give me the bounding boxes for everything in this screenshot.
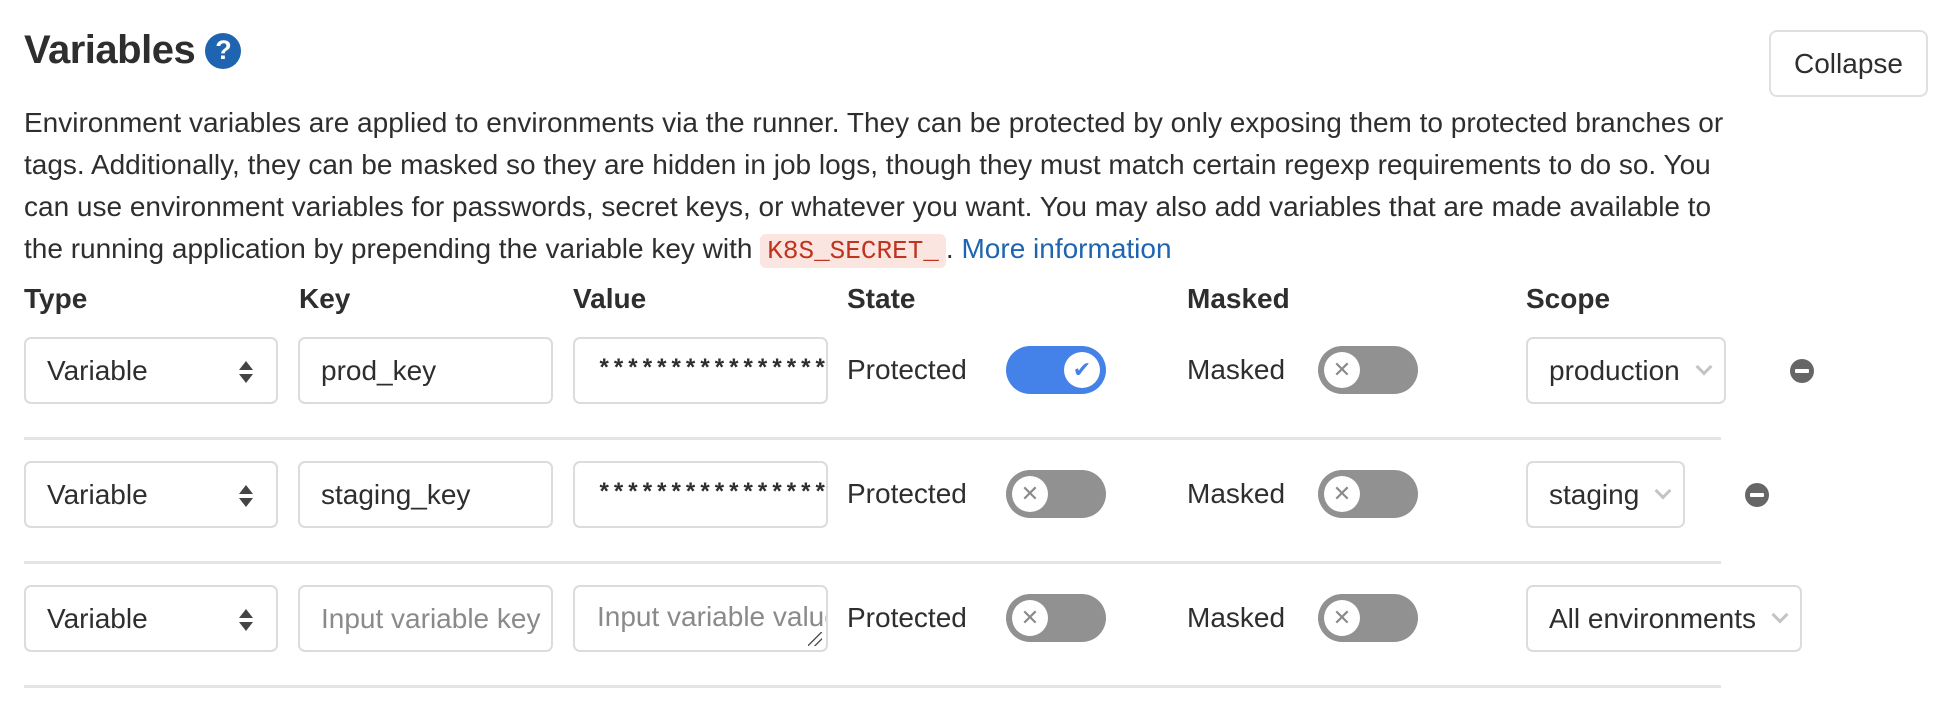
key-input-value: staging_key bbox=[321, 478, 471, 510]
column-header-state: State bbox=[847, 283, 916, 314]
type-select-value: Variable bbox=[47, 602, 148, 634]
key-input-value: prod_key bbox=[321, 354, 437, 386]
masked-label: Masked bbox=[1187, 602, 1286, 633]
check-icon: ✔ bbox=[1064, 352, 1100, 388]
title-text: Variables bbox=[24, 28, 196, 72]
select-arrows-icon bbox=[238, 609, 254, 631]
type-select-value: Variable bbox=[47, 478, 148, 510]
variable-row: Variable staging_key ***************** P… bbox=[0, 461, 1956, 585]
value-input[interactable]: ***************** bbox=[573, 337, 828, 404]
value-input-value: ***************** bbox=[597, 357, 828, 384]
select-arrows-icon bbox=[238, 361, 254, 383]
chevron-down-icon bbox=[1771, 606, 1789, 623]
key-input[interactable]: Input variable key bbox=[298, 585, 553, 652]
type-select[interactable]: Variable bbox=[24, 337, 278, 404]
value-input-value: ***************** bbox=[597, 481, 828, 508]
column-header-value: Value bbox=[573, 283, 647, 314]
description-after-code: . bbox=[945, 233, 962, 264]
column-header-key: Key bbox=[299, 283, 351, 314]
column-header-masked: Masked bbox=[1187, 283, 1290, 314]
protected-label: Protected bbox=[847, 602, 967, 633]
protected-label: Protected bbox=[847, 354, 967, 385]
scope-dropdown[interactable]: All environments bbox=[1526, 585, 1802, 652]
masked-toggle[interactable]: ✕ bbox=[1318, 346, 1418, 394]
section-description: Environment variables are applied to env… bbox=[24, 102, 1724, 272]
masked-toggle[interactable]: ✕ bbox=[1318, 594, 1418, 642]
close-icon: ✕ bbox=[1324, 352, 1360, 388]
key-input[interactable]: staging_key bbox=[298, 461, 553, 528]
column-header-type: Type bbox=[24, 283, 88, 314]
row-divider bbox=[24, 561, 1721, 564]
chevron-down-icon bbox=[1695, 358, 1713, 375]
protected-toggle[interactable]: ✕ bbox=[1006, 594, 1106, 642]
scope-dropdown-value: staging bbox=[1549, 478, 1640, 510]
scope-dropdown-value: production bbox=[1549, 354, 1680, 386]
value-textarea-placeholder: Input variable value bbox=[597, 601, 828, 632]
protected-label: Protected bbox=[847, 478, 967, 509]
masked-label: Masked bbox=[1187, 478, 1286, 509]
resize-handle-icon[interactable] bbox=[808, 632, 822, 646]
close-icon: ✕ bbox=[1012, 600, 1048, 636]
value-textarea[interactable]: Input variable value bbox=[573, 585, 828, 652]
type-select[interactable]: Variable bbox=[24, 461, 278, 528]
type-select[interactable]: Variable bbox=[24, 585, 278, 652]
collapse-button[interactable]: Collapse bbox=[1769, 30, 1928, 97]
close-icon: ✕ bbox=[1324, 476, 1360, 512]
type-select-value: Variable bbox=[47, 354, 148, 386]
help-icon[interactable]: ? bbox=[205, 32, 242, 69]
masked-label: Masked bbox=[1187, 354, 1286, 385]
key-input-placeholder: Input variable key bbox=[321, 602, 541, 634]
row-divider bbox=[24, 685, 1721, 688]
new-variable-row: Variable Input variable key Input variab… bbox=[0, 585, 1956, 709]
protected-toggle[interactable]: ✔ bbox=[1006, 346, 1106, 394]
remove-variable-button[interactable] bbox=[1745, 483, 1769, 507]
chevron-down-icon bbox=[1654, 482, 1672, 499]
scope-dropdown[interactable]: staging bbox=[1526, 461, 1686, 528]
value-input[interactable]: ***************** bbox=[573, 461, 828, 528]
masked-toggle[interactable]: ✕ bbox=[1318, 470, 1418, 518]
remove-variable-button[interactable] bbox=[1790, 359, 1814, 383]
select-arrows-icon bbox=[238, 485, 254, 507]
close-icon: ✕ bbox=[1012, 476, 1048, 512]
scope-dropdown-value: All environments bbox=[1549, 602, 1756, 634]
column-header-scope: Scope bbox=[1526, 283, 1611, 314]
k8s-secret-code: K8S_SECRET_ bbox=[760, 234, 946, 268]
page-title: Variables ? bbox=[24, 28, 242, 73]
scope-dropdown[interactable]: production bbox=[1526, 337, 1726, 404]
row-divider bbox=[24, 437, 1721, 440]
protected-toggle[interactable]: ✕ bbox=[1006, 470, 1106, 518]
close-icon: ✕ bbox=[1324, 600, 1360, 636]
variable-row: Variable prod_key ***************** Prot… bbox=[0, 337, 1956, 461]
key-input[interactable]: prod_key bbox=[298, 337, 553, 404]
more-information-link[interactable]: More information bbox=[961, 233, 1171, 264]
